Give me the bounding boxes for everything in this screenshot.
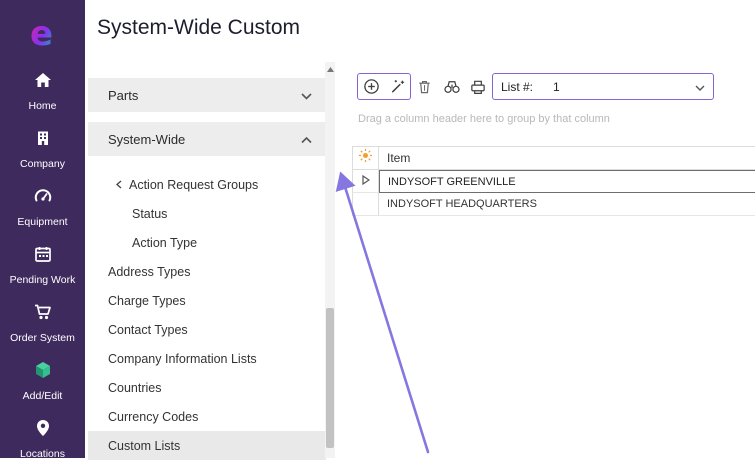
- chevron-down-icon[interactable]: [695, 78, 705, 96]
- list-item-label: Status: [132, 207, 167, 221]
- svg-text:e: e: [30, 14, 53, 54]
- add-edit-cube-icon: [33, 360, 53, 385]
- list-item-currency-codes[interactable]: Currency Codes: [88, 402, 326, 431]
- table-row[interactable]: INDYSOFT GREENVILLE: [352, 170, 755, 193]
- sun-icon: [358, 148, 373, 168]
- list-item-label: Contact Types: [108, 323, 188, 337]
- list-item-countries[interactable]: Countries: [88, 373, 326, 402]
- list-item-status[interactable]: Status: [88, 199, 326, 228]
- column-chooser-cell[interactable]: [352, 147, 379, 169]
- list-item-action-request-groups[interactable]: Action Request Groups: [88, 170, 326, 199]
- scroll-up-icon[interactable]: [325, 64, 335, 74]
- pending-work-icon: [33, 244, 53, 269]
- list-item-custom-lists[interactable]: Custom Lists: [88, 431, 326, 460]
- home-icon: [33, 70, 53, 95]
- chevron-left-icon: [116, 178, 122, 192]
- sidebar-item-label: Company: [20, 158, 65, 170]
- wand-icon[interactable]: [389, 78, 406, 95]
- row-focus-arrow-icon: [362, 172, 370, 190]
- list-item-label: Currency Codes: [108, 410, 198, 424]
- sidebar-item-label: Locations: [20, 448, 65, 460]
- row-item-value: INDYSOFT GREENVILLE: [379, 170, 755, 193]
- page-title: System-Wide Custom: [97, 16, 300, 40]
- list-number-combo[interactable]: List #: 1: [492, 73, 714, 100]
- accordion-group-system-wide[interactable]: System-Wide: [88, 122, 326, 156]
- panel-scrollbar[interactable]: [325, 62, 335, 458]
- app-logo[interactable]: e: [0, 0, 85, 62]
- row-indicator-cell: [352, 193, 379, 216]
- equipment-icon: [33, 186, 53, 211]
- list-item-label: Action Type: [132, 236, 197, 250]
- accordion-group-parts[interactable]: Parts: [88, 78, 326, 112]
- sidebar-item-pending-work[interactable]: Pending Work: [0, 236, 85, 294]
- scrollbar-thumb[interactable]: [326, 308, 334, 448]
- chevron-up-icon: [301, 132, 312, 147]
- sidebar-item-equipment[interactable]: Equipment: [0, 178, 85, 236]
- sidebar-item-locations[interactable]: Locations: [0, 410, 85, 468]
- add-icon[interactable]: [363, 78, 380, 95]
- chevron-down-icon: [301, 88, 312, 103]
- accordion-group-label: System-Wide: [108, 132, 185, 147]
- accordion-group-label: Parts: [108, 88, 138, 103]
- list-item-label: Charge Types: [108, 294, 186, 308]
- locations-icon: [33, 418, 53, 443]
- order-system-icon: [33, 302, 53, 327]
- list-number-value[interactable]: 1: [553, 80, 689, 94]
- list-item-charge-types[interactable]: Charge Types: [88, 286, 326, 315]
- group-by-hint: Drag a column header here to group by th…: [358, 113, 610, 125]
- sidebar-item-label: Order System: [10, 332, 75, 344]
- company-icon: [33, 128, 53, 153]
- list-number-label: List #:: [501, 80, 533, 94]
- list-item-address-types[interactable]: Address Types: [88, 257, 326, 286]
- row-item-value: INDYSOFT HEADQUARTERS: [379, 193, 755, 216]
- list-item-label: Countries: [108, 381, 162, 395]
- system-wide-list: Action Request Groups Status Action Type…: [88, 170, 326, 460]
- list-item-label: Company Information Lists: [108, 352, 257, 366]
- row-indicator-cell: [352, 170, 379, 193]
- sidebar: e Home Company Equipment Pending Work Or…: [0, 0, 85, 458]
- sidebar-item-order-system[interactable]: Order System: [0, 294, 85, 352]
- sidebar-item-label: Home: [28, 100, 56, 112]
- sidebar-item-company[interactable]: Company: [0, 120, 85, 178]
- list-item-contact-types[interactable]: Contact Types: [88, 315, 326, 344]
- sidebar-item-label: Equipment: [17, 216, 67, 228]
- sidebar-item-add-edit[interactable]: Add/Edit: [0, 352, 85, 410]
- brand-e-icon: e: [22, 12, 64, 54]
- list-item-label: Custom Lists: [108, 439, 180, 453]
- list-item-label: Address Types: [108, 265, 190, 279]
- grid-header-row: Item: [352, 146, 755, 170]
- binoculars-icon[interactable]: [443, 78, 461, 95]
- sidebar-item-label: Pending Work: [10, 274, 76, 286]
- toolbar-edit-group: [357, 73, 411, 100]
- print-icon[interactable]: [469, 78, 487, 95]
- category-panel: Parts System-Wide Action Request Groups …: [88, 62, 326, 460]
- table-row[interactable]: INDYSOFT HEADQUARTERS: [352, 193, 755, 216]
- column-header-item[interactable]: Item: [379, 147, 755, 169]
- sidebar-item-label: Add/Edit: [23, 390, 63, 402]
- list-item-action-type[interactable]: Action Type: [88, 228, 326, 257]
- list-item-label: Action Request Groups: [129, 178, 258, 192]
- list-item-company-information-lists[interactable]: Company Information Lists: [88, 344, 326, 373]
- delete-icon[interactable]: [416, 78, 433, 95]
- items-grid: Item INDYSOFT GREENVILLE INDYSOFT HEADQU…: [352, 146, 755, 216]
- sidebar-item-home[interactable]: Home: [0, 62, 85, 120]
